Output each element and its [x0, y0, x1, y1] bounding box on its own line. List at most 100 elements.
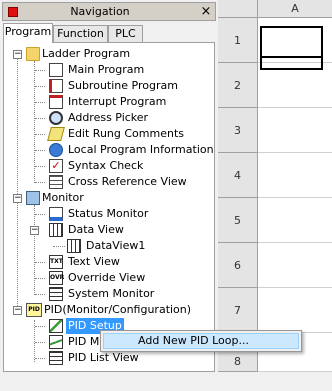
navigation-panel: Navigation × Program Function PLC − Ladd… — [0, 0, 218, 372]
context-menu: Add New PID Loop... — [100, 330, 302, 352]
tree-item-syntax-check[interactable]: ✓ Syntax Check — [4, 158, 214, 174]
main-program-icon — [49, 63, 63, 77]
row-header[interactable]: 2 — [218, 63, 258, 108]
tree-item-main-program[interactable]: Main Program — [4, 62, 214, 78]
collapse-icon[interactable]: − — [13, 306, 22, 315]
pencil-icon — [47, 127, 65, 141]
tree-line — [35, 214, 45, 215]
row-header[interactable]: 7 — [218, 288, 258, 333]
tree-item-edit-rung-comments[interactable]: Edit Rung Comments — [4, 126, 214, 142]
tree-item-label: DataView1 — [86, 239, 146, 252]
tab-plc[interactable]: PLC — [108, 25, 143, 42]
tree-item-pid-list-view[interactable]: PID List View — [4, 350, 214, 366]
grid-cell[interactable] — [258, 153, 332, 198]
list-icon — [49, 351, 63, 365]
tree-line — [53, 246, 65, 247]
pid-setup-icon — [49, 319, 63, 333]
tree-item-label: Text View — [68, 255, 120, 268]
tree-item-system-monitor[interactable]: System Monitor — [4, 286, 214, 302]
data-view-icon — [49, 223, 63, 237]
tree-item-pid[interactable]: − PID PID(Monitor/Configuration) — [4, 302, 214, 318]
navigation-tabs: Program Function PLC — [3, 23, 215, 43]
tree-item-label: Status Monitor — [68, 207, 149, 220]
pid-monitor-icon — [49, 335, 63, 349]
syntax-check-icon: ✓ — [49, 159, 63, 173]
tree-item-label: System Monitor — [68, 287, 155, 300]
tab-function[interactable]: Function — [53, 25, 108, 42]
tree-line — [35, 342, 45, 343]
tree-item-status-monitor[interactable]: Status Monitor — [4, 206, 214, 222]
tree-line — [35, 294, 45, 295]
tree-item-label: Syntax Check — [68, 159, 144, 172]
tree-item-ladder-program[interactable]: − Ladder Program — [4, 46, 214, 62]
tree-line — [35, 182, 45, 183]
navigation-title: Navigation — [70, 5, 130, 18]
tree-line — [35, 358, 45, 359]
row-header[interactable]: 3 — [218, 108, 258, 153]
tree-item-label: Cross Reference View — [68, 175, 187, 188]
tree-item-label: Main Program — [68, 63, 145, 76]
grid-cell[interactable] — [258, 198, 332, 243]
tree-line — [35, 134, 45, 135]
tree-item-dataview1[interactable]: DataView1 — [4, 238, 214, 254]
tree-line — [35, 86, 45, 87]
tree-item-monitor[interactable]: − Monitor — [4, 190, 214, 206]
tree-item-label: PID(Monitor/Configuration) — [44, 303, 192, 316]
menu-item-add-new-pid-loop[interactable]: Add New PID Loop... — [103, 333, 299, 349]
row-header[interactable]: 4 — [218, 153, 258, 198]
pid-icon: PID — [26, 303, 42, 317]
tree-line — [35, 326, 45, 327]
tree-item-local-program-information[interactable]: Local Program Information — [4, 142, 214, 158]
tree-item-label: Interrupt Program — [68, 95, 167, 108]
tree-item-label: PID List View — [68, 351, 139, 364]
tree-item-cross-reference-view[interactable]: Cross Reference View — [4, 174, 214, 190]
subroutine-icon — [49, 79, 63, 93]
tree-item-override-view[interactable]: OVR Override View — [4, 270, 214, 286]
collapse-icon[interactable]: − — [13, 50, 22, 59]
interrupt-icon — [49, 95, 63, 109]
tree-line — [35, 150, 45, 151]
data-view-icon — [67, 239, 81, 253]
tree-item-text-view[interactable]: TXT Text View — [4, 254, 214, 270]
monitor-icon — [26, 191, 40, 205]
tree-item-label: Monitor — [42, 191, 84, 204]
column-header-a[interactable]: A — [258, 0, 332, 18]
column-header: A — [218, 0, 332, 18]
status-monitor-icon — [49, 207, 63, 221]
tree-line — [35, 70, 45, 71]
system-monitor-icon — [49, 287, 63, 301]
grid-cell[interactable] — [258, 288, 332, 333]
tree-item-label: Override View — [68, 271, 146, 284]
collapse-icon[interactable]: − — [30, 226, 39, 235]
row-header[interactable]: 1 — [218, 18, 258, 63]
tree-item-label: Data View — [68, 223, 124, 236]
magnifier-icon — [49, 111, 63, 125]
info-icon — [49, 143, 63, 157]
folder-icon — [26, 47, 40, 61]
tree-line — [35, 262, 45, 263]
tree-line — [35, 278, 45, 279]
tree-item-label: Edit Rung Comments — [68, 127, 184, 140]
row-header[interactable]: 5 — [218, 198, 258, 243]
tree-item-subroutine-program[interactable]: Subroutine Program — [4, 78, 214, 94]
navigation-header: Navigation × — [2, 2, 216, 21]
grid-cell[interactable] — [258, 243, 332, 288]
tree-item-data-view[interactable]: − Data View — [4, 222, 214, 238]
tree-item-interrupt-program[interactable]: Interrupt Program — [4, 94, 214, 110]
tree-line — [35, 118, 45, 119]
tree-line — [35, 102, 45, 103]
collapse-icon[interactable]: − — [13, 194, 22, 203]
tree-item-label: Address Picker — [68, 111, 149, 124]
grid-cell[interactable] — [258, 108, 332, 153]
tree-line — [35, 166, 45, 167]
text-view-icon: TXT — [49, 255, 63, 269]
tree-item-label: Subroutine Program — [68, 79, 178, 92]
close-icon[interactable]: × — [199, 4, 213, 19]
cell-cursor-extension — [260, 56, 323, 70]
tree-item-address-picker[interactable]: Address Picker — [4, 110, 214, 126]
tab-program[interactable]: Program — [3, 23, 53, 43]
grid-corner — [218, 0, 258, 18]
tree-item-label: Local Program Information — [68, 143, 214, 156]
tree-item-label: Ladder Program — [42, 47, 131, 60]
row-header[interactable]: 6 — [218, 243, 258, 288]
